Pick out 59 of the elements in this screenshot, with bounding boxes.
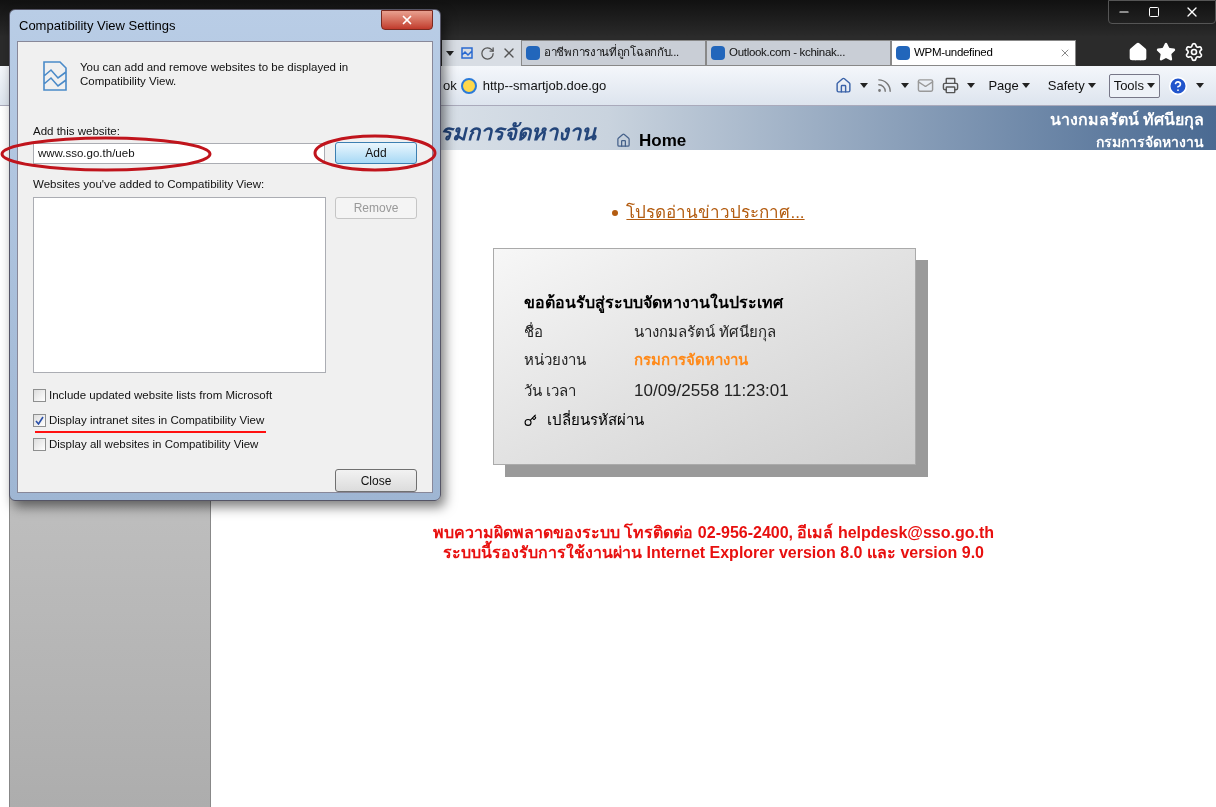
- caret-icon: [1147, 83, 1155, 88]
- info-label: ชื่อ: [524, 321, 544, 342]
- list-label: Websites you've added to Compatibility View:: [33, 177, 266, 192]
- rss-feed-icon[interactable]: [876, 77, 894, 94]
- intro-text: You can add and remove websites to be displayed in Compatibility View.: [80, 59, 350, 89]
- option-checkbox[interactable]: [33, 437, 46, 451]
- home-nav-link[interactable]: Home: [616, 128, 687, 150]
- notice-link[interactable]: โปรดอ่านข่าวประกาศ...: [612, 200, 805, 226]
- home-icon[interactable]: [1128, 42, 1148, 62]
- option-label: Include updated website lists from Microsoft: [49, 388, 273, 404]
- tab-title: อาชีพการงานที่ถูกโฉลกกับ...: [544, 44, 680, 61]
- settings-icon[interactable]: [1184, 42, 1204, 62]
- info-value: นางกมลรัตน์ ทัศนียกุล: [634, 321, 777, 343]
- org-title: รมการจัดหางาน: [440, 119, 596, 147]
- error-message: พบความผิดพลาดของระบบ โทรติดต่อ 02-956-2400, อีเมล์ helpdesk@sso.go.th: [432, 522, 994, 541]
- toolbar-menu-button[interactable]: Tools: [1108, 73, 1160, 98]
- error-message: ระบบนี้รองรับการใช้งานผ่าน Internet Explorer version 8.0 และ version 9.0: [443, 542, 984, 563]
- favorites-star-icon[interactable]: [1156, 42, 1176, 62]
- caret-icon: [1021, 83, 1030, 88]
- info-value: กรมการจัดหางาน: [634, 350, 748, 370]
- home-icon: [616, 133, 631, 149]
- field-label: Add this website:: [33, 123, 121, 139]
- caret-icon[interactable]: [967, 83, 976, 88]
- user-name: นางกมลรัตน์ ทัศนียกุล: [1049, 109, 1204, 132]
- dialog-close-icon[interactable]: [381, 10, 433, 31]
- caret-icon[interactable]: [860, 83, 869, 88]
- welcome-title: ขอต้อนรับสู่ระบบจัดหางานในประเทศ: [524, 292, 785, 315]
- user-org: กรมการจัดหางาน: [1096, 133, 1204, 150]
- website-input-field[interactable]: www.sso.go.th/ueb: [33, 142, 325, 164]
- tab-close-icon[interactable]: [1059, 47, 1071, 59]
- toolbar-menu-button[interactable]: Page: [983, 73, 1035, 98]
- printer-icon[interactable]: [942, 77, 960, 94]
- caret-icon: [1087, 83, 1096, 88]
- info-label: หน่วยงาน: [524, 350, 587, 370]
- change-password-link[interactable]: เปลี่ยนรหัสผ่าน: [547, 409, 644, 432]
- key-icon: [524, 413, 537, 427]
- dialog-title: Compatibility View Settings: [18, 16, 176, 35]
- browser-tab[interactable]: อาชีพการงานที่ถูกโฉลกกับ...: [521, 40, 706, 66]
- caret-icon[interactable]: [446, 50, 454, 56]
- info-value: 10/09/2558 11:23:01: [634, 379, 789, 402]
- option-checkbox[interactable]: [33, 389, 46, 403]
- option-label: Display all websites in Compatibility View: [49, 436, 259, 452]
- bullet-icon: [612, 209, 619, 216]
- help-icon[interactable]: [1168, 75, 1188, 96]
- favorites-bar-link[interactable]: http--smartjob.doe.go: [482, 75, 607, 96]
- option-label: Display intranet sites in Compatibility View: [49, 412, 265, 428]
- caret-icon[interactable]: [1196, 83, 1204, 88]
- toolbar-label[interactable]: ok: [443, 75, 457, 96]
- tab-title: Outlook.com - kchinak...: [729, 45, 847, 61]
- tab-title: WPM-undefined: [914, 45, 994, 61]
- toolbar-menu-button[interactable]: Safety: [1042, 73, 1101, 98]
- info-label: วัน เวลา: [524, 380, 578, 401]
- browser-tab[interactable]: WPM-undefined: [891, 40, 1076, 66]
- add-button[interactable]: Add: [335, 142, 417, 164]
- browser-tab[interactable]: Outlook.com - kchinak...: [706, 40, 891, 66]
- close-button[interactable]: Close: [335, 469, 417, 492]
- option-checkbox[interactable]: [33, 413, 46, 427]
- caret-icon[interactable]: [901, 83, 910, 88]
- refresh-icon[interactable]: [480, 45, 495, 61]
